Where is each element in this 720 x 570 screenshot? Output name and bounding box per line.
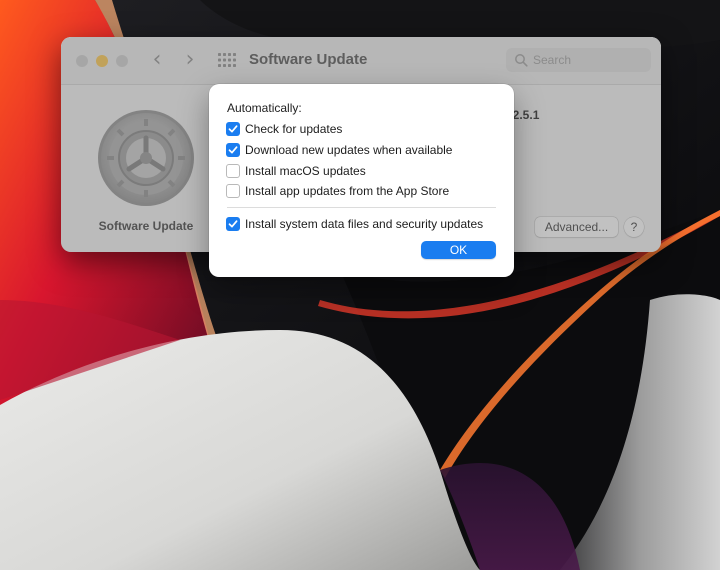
option-download-updates[interactable]: Download new updates when available [226, 142, 452, 158]
ok-button[interactable]: OK [421, 241, 496, 259]
option-install-security-updates[interactable]: Install system data files and security u… [226, 216, 483, 232]
option-install-macos-updates[interactable]: Install macOS updates [226, 163, 366, 179]
back-arrow-icon[interactable]: ‹ [146, 48, 168, 72]
search-placeholder: Search [533, 53, 572, 67]
help-button[interactable]: ? [624, 217, 644, 237]
option-label: Install system data files and security u… [245, 217, 484, 231]
minimize-button[interactable] [96, 55, 108, 67]
pane-label: Software Update [98, 219, 194, 233]
checkmark-icon [228, 146, 238, 154]
option-label: Install macOS updates [245, 164, 366, 178]
checkbox[interactable] [226, 217, 240, 231]
search-input[interactable]: Search [506, 48, 651, 72]
zoom-button[interactable] [116, 55, 128, 67]
option-check-for-updates[interactable]: Check for updates [226, 121, 342, 137]
window-titlebar: ‹ › Software Update Search [61, 37, 661, 85]
advanced-button[interactable]: Advanced... [535, 217, 618, 237]
close-button[interactable] [76, 55, 88, 67]
checkmark-icon [228, 220, 238, 228]
option-install-app-updates[interactable]: Install app updates from the App Store [226, 183, 449, 199]
checkbox[interactable] [226, 122, 240, 136]
checkbox[interactable] [226, 143, 240, 157]
option-label: Install app updates from the App Store [245, 184, 450, 198]
search-icon [515, 54, 528, 67]
checkbox[interactable] [226, 184, 240, 198]
option-label: Check for updates [245, 122, 343, 136]
grid-icon[interactable] [218, 53, 236, 67]
forward-arrow-icon[interactable]: › [179, 48, 201, 72]
sheet-heading: Automatically: [227, 101, 302, 115]
automatic-updates-sheet: Automatically: Check for updates Downloa… [209, 84, 514, 277]
option-label: Download new updates when available [245, 143, 453, 157]
checkmark-icon [228, 125, 238, 133]
separator [227, 207, 496, 208]
gear-icon [98, 110, 194, 206]
checkbox[interactable] [226, 164, 240, 178]
window-title: Software Update [249, 51, 368, 68]
